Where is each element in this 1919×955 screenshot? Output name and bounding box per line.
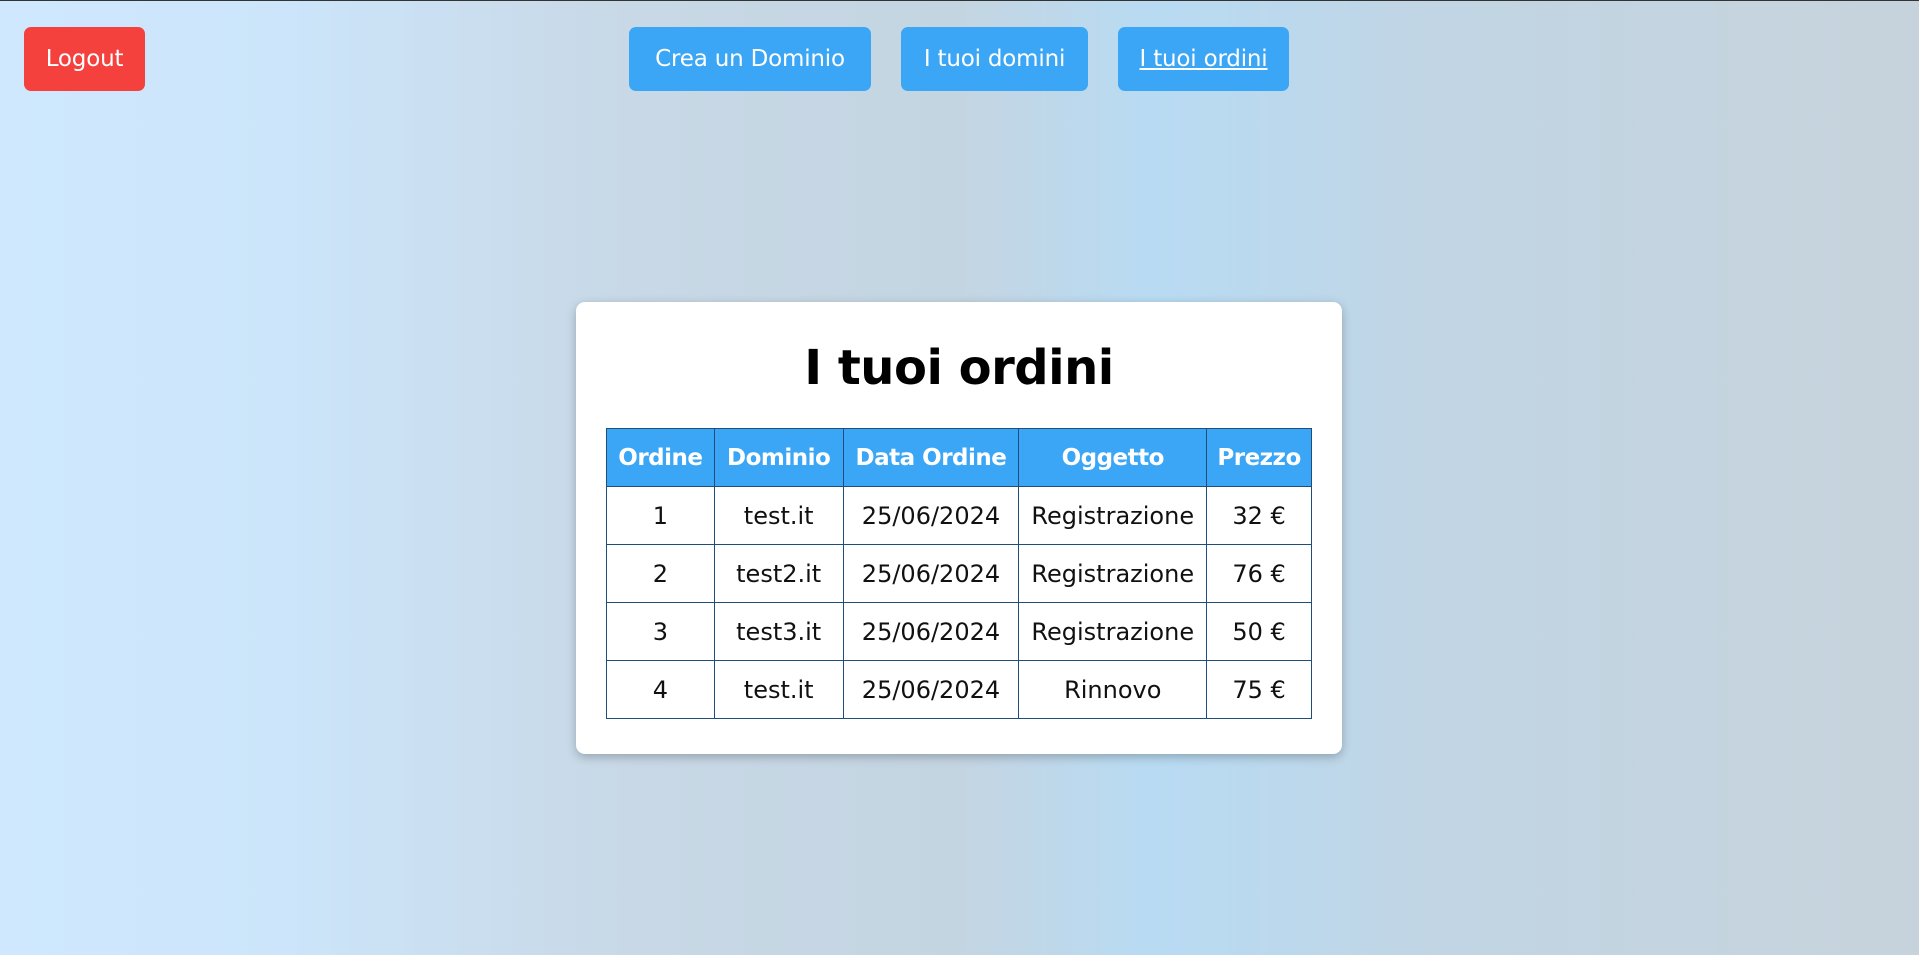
price-cell: 76 € xyxy=(1206,544,1312,603)
nav-create-domain-button[interactable]: Crea un Dominio xyxy=(629,27,871,91)
item-cell: Registrazione xyxy=(1018,602,1208,661)
order-date-cell: 25/06/2024 xyxy=(842,660,1020,719)
orders-card: I tuoi ordini Ordine Dominio Data Ordine… xyxy=(576,302,1342,754)
column-header-oggetto: Oggetto xyxy=(1018,428,1208,487)
order-number-cell: 2 xyxy=(606,544,715,603)
domain-cell: test2.it xyxy=(713,544,844,603)
order-date-cell: 25/06/2024 xyxy=(842,544,1020,603)
orders-table: Ordine Dominio Data Ordine Oggetto Prezz… xyxy=(606,428,1312,719)
logout-button[interactable]: Logout xyxy=(24,27,145,91)
column-header-ordine: Ordine xyxy=(606,428,715,487)
price-cell: 32 € xyxy=(1206,486,1312,545)
domain-cell: test.it xyxy=(713,660,844,719)
domain-cell: test.it xyxy=(713,486,844,545)
order-date-cell: 25/06/2024 xyxy=(842,486,1020,545)
table-row: 4 test.it 25/06/2024 Rinnovo 75 € xyxy=(606,660,1312,719)
item-cell: Registrazione xyxy=(1018,544,1208,603)
page-title: I tuoi ordini xyxy=(804,340,1114,396)
table-row: 1 test.it 25/06/2024 Registrazione 32 € xyxy=(606,486,1312,545)
price-cell: 50 € xyxy=(1206,602,1312,661)
table-row: 2 test2.it 25/06/2024 Registrazione 76 € xyxy=(606,544,1312,603)
column-header-prezzo: Prezzo xyxy=(1206,428,1312,487)
order-number-cell: 3 xyxy=(606,602,715,661)
order-number-cell: 1 xyxy=(606,486,715,545)
item-cell: Registrazione xyxy=(1018,486,1208,545)
nav-my-orders-button[interactable]: I tuoi ordini xyxy=(1118,27,1289,91)
nav-my-domains-button[interactable]: I tuoi domini xyxy=(901,27,1088,91)
table-row: 3 test3.it 25/06/2024 Registrazione 50 € xyxy=(606,602,1312,661)
domain-cell: test3.it xyxy=(713,602,844,661)
order-date-cell: 25/06/2024 xyxy=(842,602,1020,661)
price-cell: 75 € xyxy=(1206,660,1312,719)
column-header-data-ordine: Data Ordine xyxy=(842,428,1020,487)
table-header-row: Ordine Dominio Data Ordine Oggetto Prezz… xyxy=(606,428,1312,487)
item-cell: Rinnovo xyxy=(1018,660,1208,719)
column-header-dominio: Dominio xyxy=(713,428,844,487)
order-number-cell: 4 xyxy=(606,660,715,719)
